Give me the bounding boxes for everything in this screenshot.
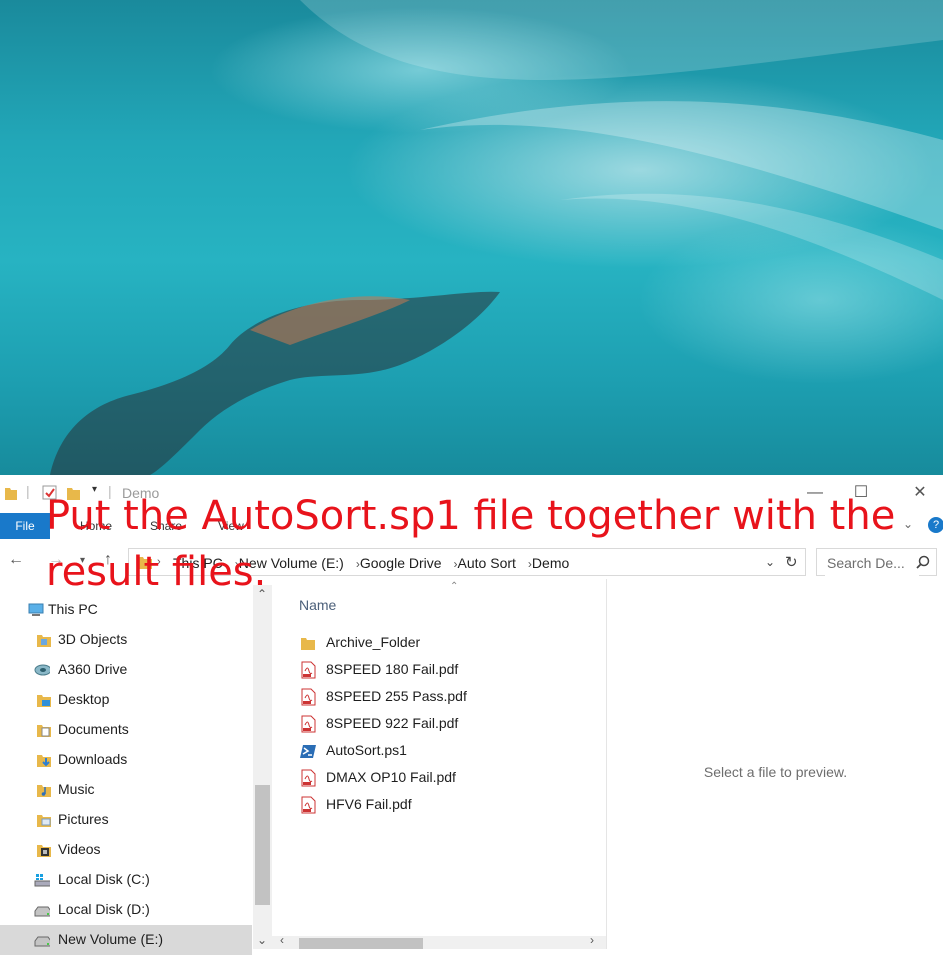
- sidebar-item-label: Desktop: [58, 691, 110, 707]
- windows-drive-icon: [34, 874, 50, 887]
- computer-icon: [28, 603, 44, 616]
- scrollbar-thumb[interactable]: [299, 938, 423, 949]
- list-item[interactable]: Archive_Folder: [298, 629, 598, 656]
- file-list: ⌃ Name Archive_Folder 8SPEED 180 Fail.pd…: [272, 579, 606, 949]
- documents-folder-icon: [37, 725, 51, 737]
- title-divider: |: [26, 483, 30, 499]
- file-name: DMAX OP10 Fail.pdf: [326, 769, 456, 785]
- music-folder-icon: [37, 785, 51, 797]
- sidebar-item-pictures[interactable]: Pictures: [0, 805, 252, 835]
- videos-folder-icon: [37, 845, 51, 857]
- desktop-wallpaper: [0, 0, 943, 475]
- wallpaper-art: [50, 0, 943, 475]
- folder-icon: [5, 488, 17, 500]
- list-item[interactable]: 8SPEED 922 Fail.pdf: [298, 710, 598, 737]
- drive-icon: [34, 906, 50, 917]
- sidebar-item-label: This PC: [48, 601, 98, 617]
- sidebar-item-label: Music: [58, 781, 95, 797]
- list-item[interactable]: AutoSort.ps1: [298, 737, 598, 764]
- pdf-icon: [301, 715, 316, 733]
- sidebar-item-downloads[interactable]: Downloads: [0, 745, 252, 775]
- sidebar-item-a360-drive[interactable]: A360 Drive: [0, 655, 252, 685]
- file-name: HFV6 Fail.pdf: [326, 796, 412, 812]
- preview-message: Select a file to preview.: [703, 764, 848, 780]
- scroll-right-icon[interactable]: ›: [590, 933, 594, 947]
- downloads-folder-icon: [37, 755, 51, 767]
- back-arrow-icon[interactable]: ←: [8, 551, 24, 569]
- list-item[interactable]: 8SPEED 180 Fail.pdf: [298, 656, 598, 683]
- desktop-folder-icon: [37, 695, 51, 707]
- sidebar-item-label: Documents: [58, 721, 129, 737]
- sidebar-item-label: Local Disk (D:): [58, 901, 150, 917]
- sidebar-item-label: Pictures: [58, 811, 109, 827]
- file-name: 8SPEED 180 Fail.pdf: [326, 661, 459, 677]
- sidebar-item-label: 3D Objects: [58, 631, 128, 647]
- sidebar-item-3d-objects[interactable]: 3D Objects: [0, 625, 252, 655]
- pdf-icon: [301, 661, 316, 679]
- tutorial-caption: Put the AutoSort.sp1 file together with …: [46, 493, 896, 595]
- file-list-horizontal-scrollbar[interactable]: ‹ ›: [272, 933, 606, 949]
- scroll-down-icon[interactable]: ⌄: [257, 933, 267, 947]
- sidebar-item-label: Videos: [58, 841, 101, 857]
- sidebar-item-label: A360 Drive: [58, 661, 128, 677]
- sidebar-item-label: Local Disk (C:): [58, 871, 150, 887]
- sidebar-item-local-disk-c[interactable]: Local Disk (C:): [0, 865, 252, 895]
- pdf-icon: [301, 688, 316, 706]
- file-name: AutoSort.ps1: [326, 742, 407, 758]
- powershell-icon: [300, 745, 316, 758]
- file-name: 8SPEED 255 Pass.pdf: [326, 688, 467, 704]
- sidebar-item-label: New Volume (E:): [58, 931, 164, 947]
- pictures-folder-icon: [37, 815, 51, 827]
- pdf-icon: [301, 769, 316, 787]
- sidebar-item-label: Downloads: [58, 751, 128, 767]
- scrollbar-thumb[interactable]: [255, 785, 270, 905]
- tab-file[interactable]: File: [0, 513, 50, 539]
- list-item[interactable]: 8SPEED 255 Pass.pdf: [298, 683, 598, 710]
- preview-pane: Select a file to preview.: [606, 579, 943, 949]
- drive-icon: [34, 936, 50, 947]
- file-name: 8SPEED 922 Fail.pdf: [326, 715, 459, 731]
- pdf-icon: [301, 796, 316, 814]
- navigation-scrollbar[interactable]: ⌃ ⌄: [253, 585, 272, 949]
- help-icon[interactable]: ?: [928, 517, 943, 533]
- sidebar-item-new-volume-e[interactable]: New Volume (E:): [0, 925, 252, 955]
- sidebar-item-documents[interactable]: Documents: [0, 715, 252, 745]
- scroll-left-icon[interactable]: ‹: [280, 933, 284, 947]
- list-item[interactable]: HFV6 Fail.pdf: [298, 791, 598, 818]
- sidebar-item-music[interactable]: Music: [0, 775, 252, 805]
- list-item[interactable]: DMAX OP10 Fail.pdf: [298, 764, 598, 791]
- sidebar-item-videos[interactable]: Videos: [0, 835, 252, 865]
- cloud-drive-icon: [34, 664, 50, 676]
- folder-icon: [301, 638, 315, 650]
- file-name: Archive_Folder: [326, 634, 421, 650]
- sidebar-item-local-disk-d[interactable]: Local Disk (D:): [0, 895, 252, 925]
- folder-icon: [37, 635, 51, 647]
- navigation-pane: This PC 3D Objects A360 Drive Desktop Do…: [0, 585, 272, 955]
- sidebar-item-desktop[interactable]: Desktop: [0, 685, 252, 715]
